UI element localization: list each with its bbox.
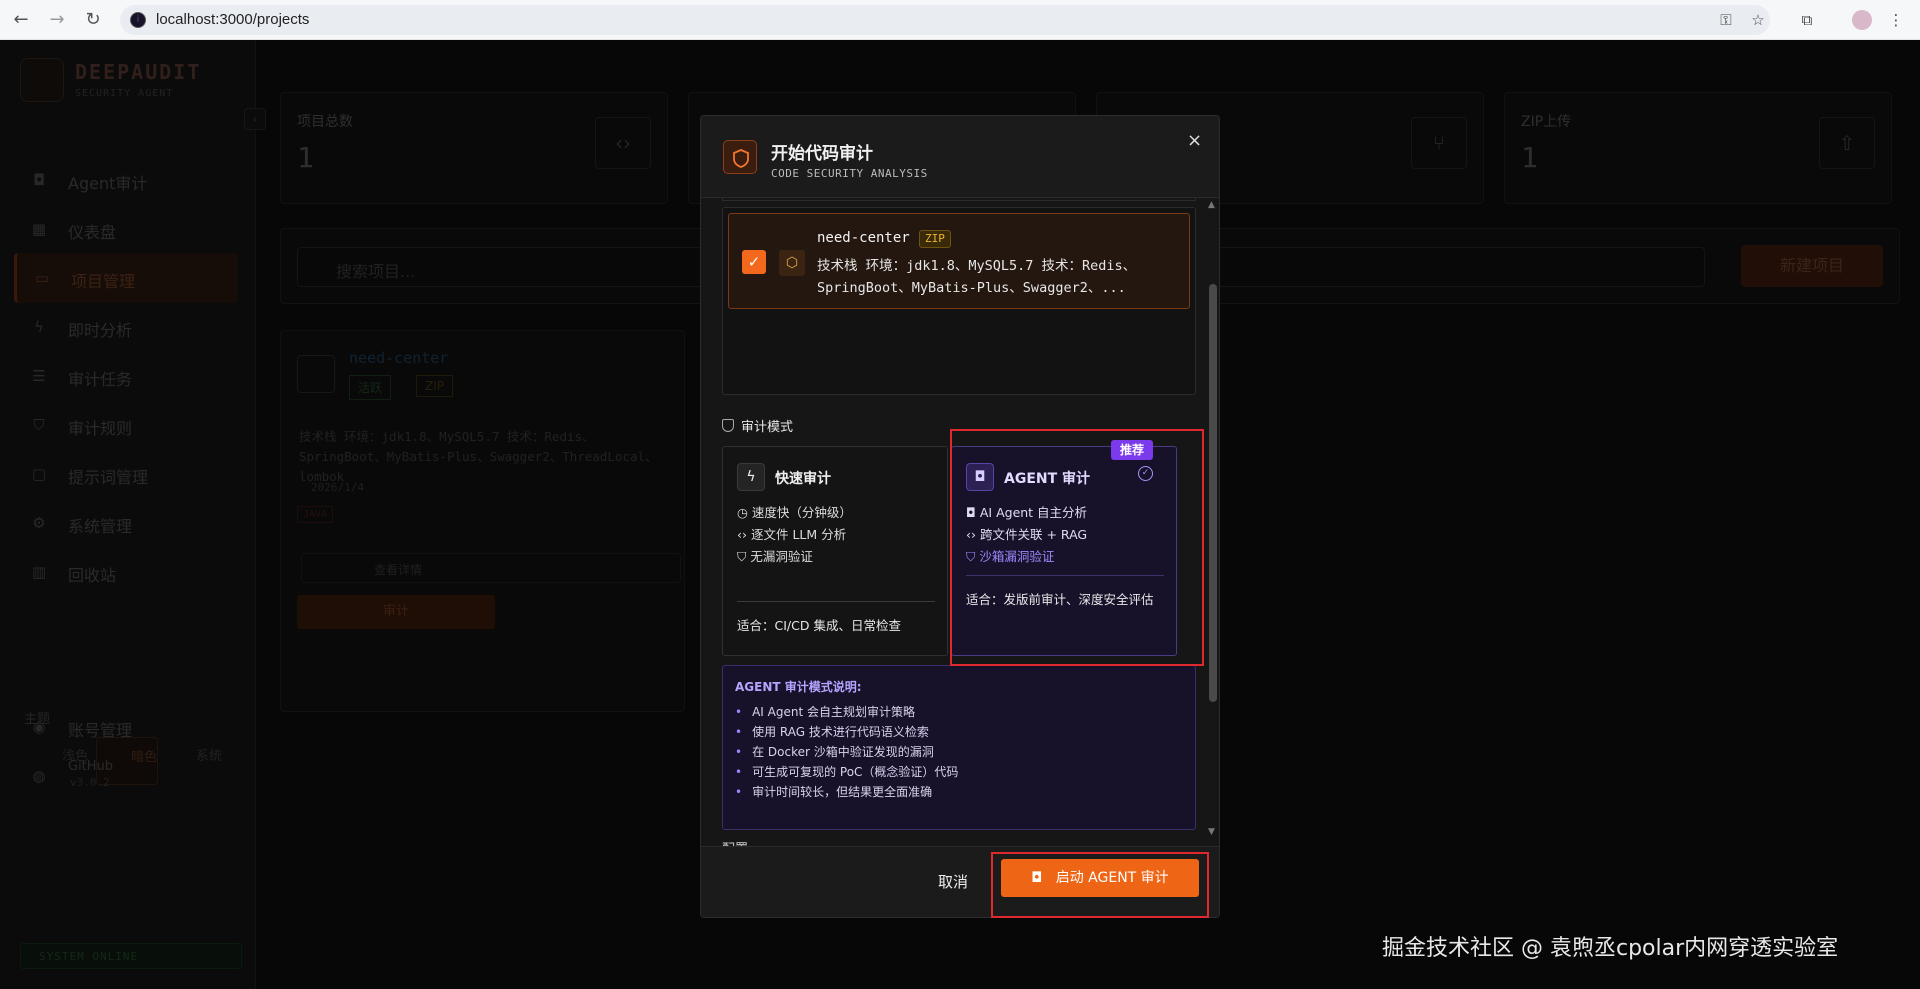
fast-suitable: 适合：CI/CD 集成、日常检查 <box>737 618 901 633</box>
browser-toolbar: ← → ↻ i localhost:3000/projects ⚿ ☆ ⧉ ⋮ <box>0 0 1920 40</box>
info-item: 审计时间较长，但结果更全面准确 <box>735 782 958 802</box>
modal-title: 开始代码审计 <box>771 144 873 164</box>
info-item: AI Agent 会自主规划审计策略 <box>735 702 958 722</box>
reload-icon[interactable]: ↻ <box>82 9 104 31</box>
modal-subtitle: CODE SECURITY ANALYSIS <box>771 167 928 180</box>
project-list: ✓ ⬡ need-center ZIP 技术栈 环境：jdk1.8、MySQL5… <box>722 207 1196 395</box>
info-heading: AGENT 审计模式说明: <box>735 680 862 694</box>
info-item: 使用 RAG 技术进行代码语义检索 <box>735 722 958 742</box>
address-bar[interactable]: i localhost:3000/projects <box>120 5 1770 35</box>
highlight-agent-card <box>950 429 1204 666</box>
scroll-thumb[interactable] <box>1209 284 1217 702</box>
back-icon[interactable]: ← <box>10 9 32 31</box>
cancel-button[interactable]: 取消 <box>938 871 968 892</box>
fast-audit-title: 快速审计 <box>775 471 831 487</box>
config-heading: 配置 <box>722 838 748 846</box>
url-text: localhost:3000/projects <box>156 11 310 28</box>
scroll-down-icon[interactable]: ▼ <box>1208 827 1215 837</box>
watermark: 掘金技术社区 @ 袁煦丞cpolar内网穿透实验室 <box>1382 936 1839 961</box>
site-info-icon[interactable]: i <box>130 12 146 28</box>
project-name: need-center <box>817 230 910 246</box>
info-item: 在 Docker 沙箱中验证发现的漏洞 <box>735 742 958 762</box>
profile-avatar[interactable] <box>1852 10 1872 30</box>
shield-icon <box>722 419 734 432</box>
shield-icon <box>723 140 757 174</box>
fast-audit-card[interactable]: ϟ 快速审计 ◷ 速度快（分钟级） ‹› 逐文件 LLM 分析 ⛉ 无漏洞验证 … <box>722 446 948 656</box>
fast-feature-2: ‹› 逐文件 LLM 分析 <box>737 527 847 542</box>
project-description: 技术栈 环境：jdk1.8、MySQL5.7 技术：Redis、SpringBo… <box>817 258 1137 296</box>
bookmark-star-icon[interactable]: ☆ <box>1748 10 1768 30</box>
menu-icon[interactable]: ⋮ <box>1886 10 1906 30</box>
info-list: AI Agent 会自主规划审计策略 使用 RAG 技术进行代码语义检索 在 D… <box>735 702 958 802</box>
close-icon[interactable]: × <box>1187 130 1202 151</box>
forward-icon[interactable]: → <box>46 9 68 31</box>
highlight-start-button <box>991 852 1209 918</box>
bolt-icon: ϟ <box>737 463 765 491</box>
fast-feature-1: ◷ 速度快（分钟级） <box>737 505 852 520</box>
project-option-selected[interactable]: ✓ ⬡ need-center ZIP 技术栈 环境：jdk1.8、MySQL5… <box>728 213 1190 309</box>
package-icon: ⬡ <box>779 250 805 276</box>
zip-badge: ZIP <box>919 230 951 248</box>
scroll-up-icon[interactable]: ▲ <box>1208 200 1215 210</box>
modal-scrollbar[interactable]: ▲ ▼ <box>1206 200 1219 840</box>
modal-header: 开始代码审计 CODE SECURITY ANALYSIS × <box>701 116 1219 198</box>
fast-feature-3: ⛉ 无漏洞验证 <box>737 549 813 564</box>
info-item: 可生成可复现的 PoC（概念验证）代码 <box>735 762 958 782</box>
audit-mode-heading: 审计模式 <box>722 416 793 435</box>
extensions-icon[interactable]: ⧉ <box>1797 10 1817 30</box>
password-key-icon[interactable]: ⚿ <box>1716 10 1736 30</box>
checkbox-checked[interactable]: ✓ <box>742 250 766 274</box>
agent-mode-info: AGENT 审计模式说明: AI Agent 会自主规划审计策略 使用 RAG … <box>722 665 1196 830</box>
